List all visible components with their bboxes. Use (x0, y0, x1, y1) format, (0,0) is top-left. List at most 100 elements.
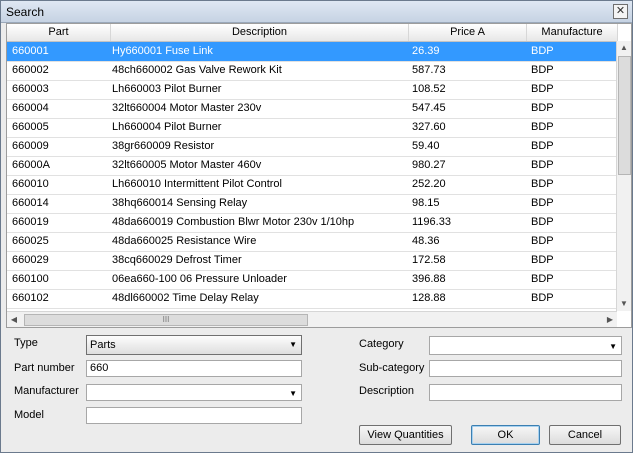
type-dropdown-value: Parts (90, 339, 116, 351)
cell-description: Lh660003 Pilot Burner (112, 83, 222, 95)
vertical-scrollbar[interactable]: ▲ ▼ (616, 41, 631, 311)
cell-price-a: 252.20 (412, 178, 446, 190)
cell-part: 660029 (12, 254, 49, 266)
cell-price-a: 59.40 (412, 140, 440, 152)
cell-description: Lh660004 Pilot Burner (112, 121, 222, 133)
cell-manufacturer: BDP (531, 159, 554, 171)
cell-manufacturer: BDP (531, 273, 554, 285)
sub-category-input[interactable] (429, 360, 622, 377)
horizontal-scrollbar[interactable]: ◀ III ▶ (7, 311, 617, 327)
scroll-up-icon[interactable]: ▲ (617, 41, 631, 55)
cell-description: 48da660025 Resistance Wire (112, 235, 257, 247)
cell-price-a: 547.45 (412, 102, 446, 114)
cell-price-a: 327.60 (412, 121, 446, 133)
cell-description: 38cq660029 Defrost Timer (112, 254, 242, 266)
cell-manufacturer: BDP (531, 292, 554, 304)
search-dialog: Search ✕ Part Description Price A Manufa… (0, 0, 633, 453)
cell-description: 48ch660002 Gas Valve Rework Kit (112, 64, 282, 76)
chevron-down-icon: ▼ (289, 340, 297, 349)
table-row[interactable]: 660004 32lt660004 Motor Master 230v 547.45… (7, 99, 617, 119)
cell-part: 660102 (12, 292, 49, 304)
cell-price-a: 108.52 (412, 83, 446, 95)
cell-part: 660005 (12, 121, 49, 133)
column-header-part[interactable]: Part (7, 24, 111, 41)
cell-price-a: 98.15 (412, 197, 440, 209)
cell-manufacturer: BDP (531, 178, 554, 190)
column-header-manufacturer[interactable]: Manufacture (527, 24, 618, 41)
cell-part: 660003 (12, 83, 49, 95)
table-row[interactable]: 660100 06ea660-100 06 Pressure Unloader 39… (7, 270, 617, 290)
table-row[interactable]: 660001 Hy660001 Fuse Link 26.39 BDP (7, 42, 617, 62)
cell-description: 38gr660009 Resistor (112, 140, 215, 152)
scroll-left-icon[interactable]: ◀ (7, 312, 21, 327)
results-grid: Part Description Price A Manufacture 660… (6, 23, 632, 328)
cell-price-a: 26.39 (412, 45, 440, 57)
table-row[interactable]: 660009 38gr660009 Resistor 59.40 BDP (7, 137, 617, 157)
ok-button[interactable]: OK (471, 425, 540, 445)
cell-description: Hy660001 Fuse Link (112, 45, 213, 57)
vertical-scroll-thumb[interactable] (618, 56, 631, 175)
table-row[interactable]: 660005 Lh660004 Pilot Burner 327.60 BDP (7, 118, 617, 138)
manufacturer-dropdown[interactable]: ▼ (86, 384, 302, 401)
table-row[interactable]: 660019 48da660019 Combustion Blwr Motor 2… (7, 213, 617, 233)
table-row[interactable]: 660029 38cq660029 Defrost Timer 172.58 BDP (7, 251, 617, 271)
grid-header: Part Description Price A Manufacture (7, 24, 618, 42)
cell-part: 660025 (12, 235, 49, 247)
cell-price-a: 1196.33 (412, 216, 451, 228)
scroll-down-icon[interactable]: ▼ (617, 297, 631, 311)
description-input[interactable] (429, 384, 622, 401)
table-row[interactable]: 660003 Lh660003 Pilot Burner 108.52 BDP (7, 80, 617, 100)
type-dropdown[interactable]: Parts ▼ (86, 335, 302, 355)
cell-price-a: 396.88 (412, 273, 446, 285)
sub-category-label: Sub-category (359, 362, 425, 374)
cell-description: 38hq660014 Sensing Relay (112, 197, 248, 209)
cell-price-a: 980.27 (412, 159, 446, 171)
category-dropdown[interactable]: ▼ (429, 336, 622, 355)
table-row[interactable]: 66000A 32lt660005 Motor Master 460v 980.27… (7, 156, 617, 176)
cell-price-a: 587.73 (412, 64, 446, 76)
cell-manufacturer: BDP (531, 254, 554, 266)
manufacturer-label: Manufacturer (14, 385, 79, 397)
cell-manufacturer: BDP (531, 102, 554, 114)
window-title: Search (6, 5, 45, 19)
cell-part: 660004 (12, 102, 49, 114)
cell-part: 660010 (12, 178, 49, 190)
cell-description: 32lt660004 Motor Master 230v (112, 102, 262, 114)
cell-description: 06ea660-100 06 Pressure Unloader (112, 273, 287, 285)
cell-part: 660019 (12, 216, 49, 228)
horizontal-scroll-thumb[interactable]: III (24, 314, 308, 326)
cell-price-a: 128.88 (412, 292, 446, 304)
column-header-price-a[interactable]: Price A (409, 24, 527, 41)
title-bar[interactable]: Search ✕ (1, 1, 632, 23)
table-row[interactable]: 660002 48ch660002 Gas Valve Rework Kit 587… (7, 61, 617, 81)
cancel-button[interactable]: Cancel (549, 425, 621, 445)
cell-manufacturer: BDP (531, 197, 554, 209)
cell-manufacturer: BDP (531, 140, 554, 152)
cell-price-a: 172.58 (412, 254, 446, 266)
table-row[interactable]: 660102 48dl660002 Time Delay Relay 128.88 B… (7, 289, 617, 309)
chevron-down-icon: ▼ (609, 342, 617, 351)
view-quantities-button[interactable]: View Quantities (359, 425, 452, 445)
part-number-label: Part number (14, 362, 75, 374)
table-row[interactable]: 660025 48da660025 Resistance Wire 48.36 BDP (7, 232, 617, 252)
table-row[interactable]: 660014 38hq660014 Sensing Relay 98.15 BDP (7, 194, 617, 214)
chevron-down-icon: ▼ (289, 389, 297, 398)
category-label: Category (359, 338, 404, 350)
cell-manufacturer: BDP (531, 64, 554, 76)
cell-part: 66000A (12, 159, 50, 171)
description-label: Description (359, 385, 415, 397)
table-row[interactable]: 660010 Lh660010 Intermittent Pilot Contro… (7, 175, 617, 195)
close-icon[interactable]: ✕ (613, 4, 628, 19)
part-number-input[interactable]: 660 (86, 360, 302, 377)
cell-manufacturer: BDP (531, 121, 554, 133)
type-label: Type (14, 337, 38, 349)
column-header-description[interactable]: Description (111, 24, 409, 41)
model-label: Model (14, 409, 44, 421)
model-input[interactable] (86, 407, 302, 424)
cell-manufacturer: BDP (531, 83, 554, 95)
scroll-right-icon[interactable]: ▶ (603, 312, 617, 327)
cell-part: 660014 (12, 197, 49, 209)
cell-manufacturer: BDP (531, 235, 554, 247)
cell-description: Lh660010 Intermittent Pilot Control (112, 178, 282, 190)
cell-part: 660009 (12, 140, 49, 152)
